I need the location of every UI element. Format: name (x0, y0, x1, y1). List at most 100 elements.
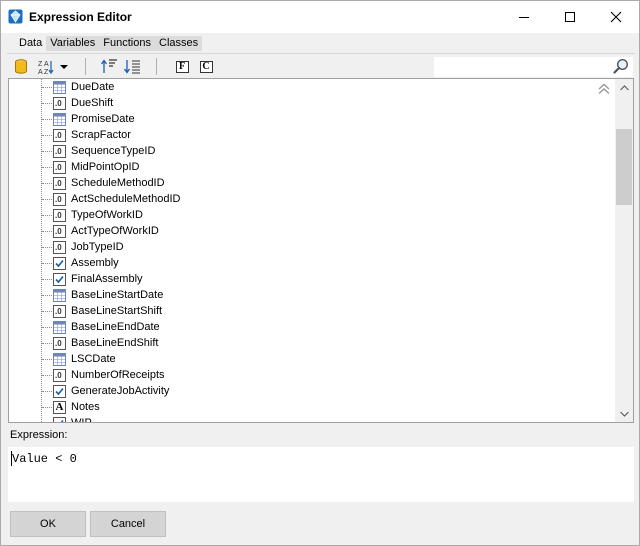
ok-button[interactable]: OK (10, 511, 86, 537)
tree-item[interactable]: LSCDate (9, 351, 609, 367)
tree-connector (42, 151, 52, 152)
tree-item[interactable]: GenerateJobActivity (9, 383, 609, 399)
vertical-scrollbar[interactable] (615, 79, 633, 422)
expression-editor-field[interactable]: Value < 0 (8, 447, 634, 502)
tree-item[interactable]: BaseLineStartDate (9, 287, 609, 303)
tree-item[interactable]: PromiseDate (9, 111, 609, 127)
tree-item[interactable]: .0 MidPointOpID (9, 159, 609, 175)
sort-ascending-button[interactable] (100, 58, 118, 75)
tree-item-label: DueShift (71, 97, 114, 109)
expression-editor-window: Expression Editor Data Variables Functio… (0, 0, 640, 546)
title-bar[interactable]: Expression Editor (1, 1, 639, 33)
tree-item-label: FinalAssembly (71, 273, 143, 285)
sort-az-icon: Z A A Z (38, 61, 54, 75)
number-type-icon: .0 (53, 177, 66, 190)
sort-ascending-icon (100, 59, 117, 73)
tree-connector (42, 103, 52, 104)
tree-connector (42, 199, 52, 200)
tree-connector (42, 231, 52, 232)
number-type-icon: .0 (53, 193, 66, 206)
calendar-icon (53, 113, 66, 126)
functions-toggle-button[interactable]: F (175, 58, 189, 75)
tree-item[interactable]: .0 TypeOfWorkID (9, 207, 609, 223)
tree-connector (42, 343, 52, 344)
collapse-up-icon[interactable] (597, 82, 611, 96)
magnifier-icon[interactable] (613, 58, 629, 74)
tree-item[interactable]: WIP (9, 415, 609, 422)
tree-connector (42, 247, 52, 248)
tree-item-label: NumberOfReceipts (71, 369, 165, 381)
scrollbar-thumb[interactable] (616, 129, 632, 205)
expression-text[interactable]: Value < 0 (12, 452, 77, 466)
number-type-icon: .0 (53, 129, 66, 142)
tree-item[interactable]: .0 ActScheduleMethodID (9, 191, 609, 207)
tree-connector (42, 391, 52, 392)
toolbar-separator (156, 58, 157, 75)
tree-connector (42, 87, 52, 88)
scroll-up-button[interactable] (615, 79, 633, 96)
number-type-icon: .0 (53, 369, 66, 382)
cancel-button[interactable]: Cancel (90, 511, 166, 537)
tree-item[interactable]: DueDate (9, 79, 609, 95)
tree-item-label: BaseLineEndDate (71, 321, 160, 333)
search-input[interactable] (434, 57, 633, 77)
svg-text:Z: Z (44, 69, 49, 75)
sort-az-button[interactable]: Z A A Z (37, 58, 57, 75)
data-tree-panel[interactable]: DueDate .0 DueShift PromiseDate .0 ScrapFacto… (8, 78, 634, 423)
tree-item[interactable]: A Notes (9, 399, 609, 415)
number-type-icon: .0 (53, 305, 66, 318)
tree-item[interactable]: .0 JobTypeID (9, 239, 609, 255)
number-type-icon: .0 (53, 97, 66, 110)
app-diamond-icon (8, 9, 23, 24)
number-type-icon: .0 (53, 161, 66, 174)
close-icon (610, 11, 622, 23)
tree-item-label: ScrapFactor (71, 129, 131, 141)
database-button[interactable] (13, 58, 29, 75)
tree-item[interactable]: .0 BaseLineEndShift (9, 335, 609, 351)
svg-text:Z: Z (38, 61, 43, 68)
tree-connector (42, 135, 52, 136)
tree-item[interactable]: .0 DueShift (9, 95, 609, 111)
minimize-button[interactable] (501, 1, 547, 33)
sort-dropdown-button[interactable] (59, 58, 69, 75)
tree-item-label: BaseLineEndShift (71, 337, 159, 349)
tab-strip: Data Variables Functions Classes (15, 36, 203, 51)
tree-item[interactable]: FinalAssembly (9, 271, 609, 287)
scroll-down-button[interactable] (615, 405, 633, 422)
tab-classes[interactable]: Classes (155, 36, 203, 51)
tree-item-label: SequenceTypeID (71, 145, 156, 157)
tree-item-label: BaseLineStartDate (71, 289, 164, 301)
number-type-icon: .0 (53, 209, 66, 222)
tree-item[interactable]: .0 ScrapFactor (9, 127, 609, 143)
maximize-icon (565, 12, 575, 22)
sort-descending-button[interactable] (123, 58, 141, 75)
tab-functions[interactable]: Functions (99, 36, 155, 51)
minimize-icon (519, 17, 529, 18)
checkbox-checked-icon (53, 273, 66, 286)
tree-connector (42, 311, 52, 312)
tree-item[interactable]: .0 SequenceTypeID (9, 143, 609, 159)
tree-item[interactable]: .0 NumberOfReceipts (9, 367, 609, 383)
calendar-icon (53, 81, 66, 94)
tree-item[interactable]: Assembly (9, 255, 609, 271)
tree-connector (42, 375, 52, 376)
chevron-down-icon (619, 411, 629, 417)
tab-data[interactable]: Data (15, 36, 47, 51)
text-type-icon: A (53, 401, 66, 414)
svg-text:A: A (38, 69, 43, 75)
tree-item-label: GenerateJobActivity (71, 385, 170, 397)
tree-item-label: Notes (71, 401, 100, 413)
close-button[interactable] (593, 1, 639, 33)
tree-item[interactable]: .0 BaseLineStartShift (9, 303, 609, 319)
classes-toggle-button[interactable]: C (199, 58, 213, 75)
chevron-up-icon (619, 84, 629, 90)
calendar-icon (53, 289, 66, 302)
tree-item[interactable]: BaseLineEndDate (9, 319, 609, 335)
tree-connector (42, 263, 52, 264)
tab-variables[interactable]: Variables (46, 36, 100, 51)
tree-item[interactable]: .0 ScheduleMethodID (9, 175, 609, 191)
tree-connector (42, 327, 52, 328)
f-box-icon: F (175, 60, 189, 73)
maximize-button[interactable] (547, 1, 593, 33)
tree-item[interactable]: .0 ActTypeOfWorkID (9, 223, 609, 239)
